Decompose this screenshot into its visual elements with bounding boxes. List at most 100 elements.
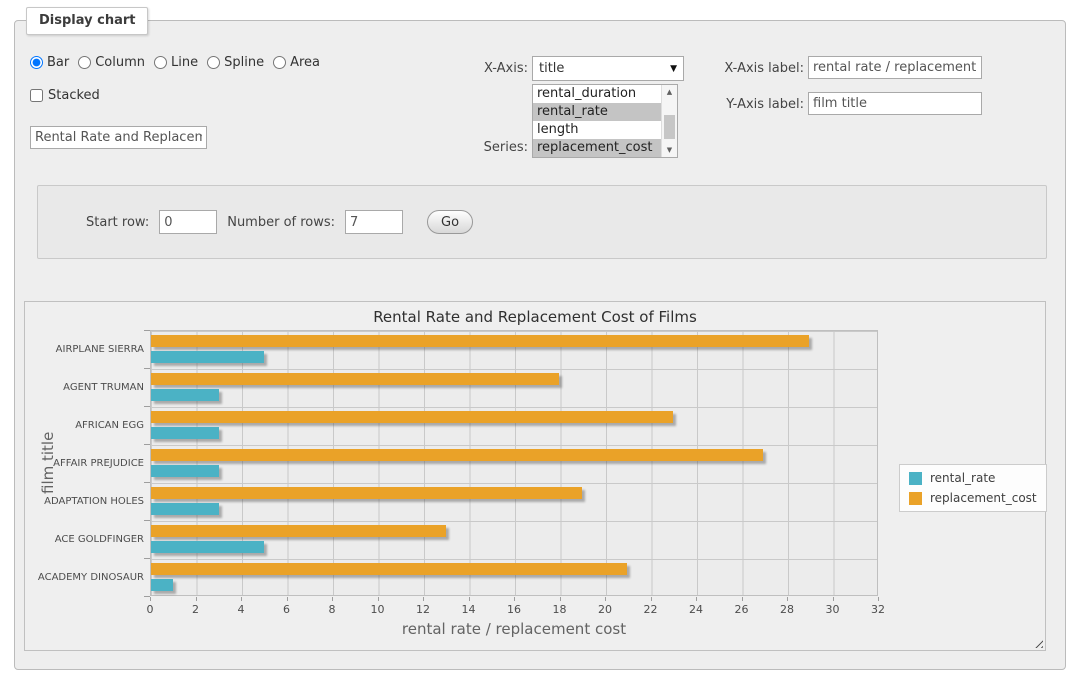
x-tick-mark: [878, 597, 879, 601]
x-tick-label: 6: [272, 603, 302, 616]
x-tick-mark: [696, 597, 697, 601]
scroll-down-icon[interactable]: ▼: [662, 143, 677, 157]
bar-rental_rate: [151, 579, 173, 591]
x-axis-selected-value: title: [539, 61, 666, 76]
resize-handle-icon[interactable]: [1032, 637, 1043, 648]
scrollbar-thumb[interactable]: [664, 115, 675, 139]
bar-replacement_cost: [151, 373, 559, 385]
chart-type-radio-label: Spline: [224, 55, 264, 70]
chart-type-radio-bar[interactable]: [30, 56, 43, 69]
chart-type-area: Area: [273, 55, 320, 70]
x-tick-label: 4: [226, 603, 256, 616]
x-tick-mark: [196, 597, 197, 601]
bar-replacement_cost: [151, 449, 763, 461]
x-tick-label: 16: [499, 603, 529, 616]
x-tick-mark: [241, 597, 242, 601]
x-tick-mark: [332, 597, 333, 601]
x-tick-label: 18: [545, 603, 575, 616]
bar-replacement_cost: [151, 563, 627, 575]
y-axis-label-input[interactable]: [808, 92, 982, 115]
x-tick-mark: [787, 597, 788, 601]
y-axis-label-label: Y-Axis label:: [714, 97, 804, 112]
x-tick-label: 8: [317, 603, 347, 616]
scroll-up-icon[interactable]: ▲: [662, 85, 677, 99]
x-tick-label: 12: [408, 603, 438, 616]
x-tick-mark: [287, 597, 288, 601]
y-tick-mark: [144, 596, 150, 597]
x-tick-label: 22: [636, 603, 666, 616]
bar-rental_rate: [151, 503, 219, 515]
chart-legend: rental_ratereplacement_cost: [899, 464, 1047, 512]
bar-replacement_cost: [151, 335, 809, 347]
y-tick-mark: [144, 406, 150, 407]
legend-swatch: [909, 492, 922, 505]
bar-rental_rate: [151, 427, 219, 439]
y-tick-mark: [144, 520, 150, 521]
chart-type-radio-column[interactable]: [78, 56, 91, 69]
panel-legend: Display chart: [26, 7, 148, 35]
x-tick-mark: [651, 597, 652, 601]
go-button[interactable]: Go: [427, 210, 473, 234]
x-tick-mark: [423, 597, 424, 601]
x-tick-label: 30: [818, 603, 848, 616]
start-row-input[interactable]: [159, 210, 217, 234]
y-tick-mark: [144, 444, 150, 445]
chart-type-radio-label: Area: [290, 55, 320, 70]
x-tick-mark: [378, 597, 379, 601]
x-axis-label-label: X-Axis label:: [714, 61, 804, 76]
plot-area: [150, 330, 878, 596]
x-axis-select[interactable]: title ▼: [532, 56, 684, 81]
x-tick-label: 24: [681, 603, 711, 616]
stacked-checkbox[interactable]: [30, 89, 43, 102]
x-tick-label: 32: [863, 603, 893, 616]
legend-item-rental_rate: rental_rate: [909, 471, 1037, 485]
series-option-replacement_cost[interactable]: replacement_cost: [533, 139, 677, 157]
bar-rental_rate: [151, 465, 219, 477]
x-tick-label: 10: [363, 603, 393, 616]
x-tick-mark: [833, 597, 834, 601]
num-rows-input[interactable]: [345, 210, 403, 234]
series-scrollbar[interactable]: ▲ ▼: [661, 85, 677, 157]
x-tick-mark: [742, 597, 743, 601]
rows-options-box: Start row: Number of rows: Go: [37, 185, 1047, 259]
y-tick-mark: [144, 368, 150, 369]
x-tick-mark: [605, 597, 606, 601]
series-option-rental_duration[interactable]: rental_duration: [533, 85, 677, 103]
x-tick-mark: [514, 597, 515, 601]
x-tick-label: 20: [590, 603, 620, 616]
x-axis-title: rental rate / replacement cost: [150, 620, 878, 638]
y-axis-title: film title: [39, 330, 57, 596]
series-listbox[interactable]: rental_durationrental_ratelengthreplacem…: [532, 84, 678, 158]
x-axis-label-input[interactable]: [808, 56, 982, 79]
chart-title: Rental Rate and Replacement Cost of Film…: [25, 308, 1045, 326]
chart-type-radio-label: Bar: [47, 55, 69, 70]
chart-type-line: Line: [154, 55, 198, 70]
x-tick-label: 2: [181, 603, 211, 616]
legend-label: rental_rate: [930, 471, 995, 485]
num-rows-label: Number of rows:: [227, 215, 335, 230]
chart-title-input[interactable]: [30, 126, 207, 149]
chart-type-radio-label: Line: [171, 55, 198, 70]
dropdown-arrow-icon: ▼: [670, 64, 677, 74]
y-tick-mark: [144, 330, 150, 331]
chart-type-column: Column: [78, 55, 145, 70]
x-tick-label: 26: [727, 603, 757, 616]
chart-type-radio-label: Column: [95, 55, 145, 70]
x-tick-label: 14: [454, 603, 484, 616]
chart-type-radio-spline[interactable]: [207, 56, 220, 69]
chart-type-radio-line[interactable]: [154, 56, 167, 69]
x-tick-mark: [560, 597, 561, 601]
x-tick-label: 28: [772, 603, 802, 616]
chart-type-radio-area[interactable]: [273, 56, 286, 69]
y-tick-mark: [144, 558, 150, 559]
series-option-rental_rate[interactable]: rental_rate: [533, 103, 677, 121]
x-tick-label: 0: [135, 603, 165, 616]
x-tick-mark: [150, 597, 151, 601]
series-option-length[interactable]: length: [533, 121, 677, 139]
start-row-label: Start row:: [86, 215, 149, 230]
chart-container: Rental Rate and Replacement Cost of Film…: [24, 301, 1046, 651]
bar-replacement_cost: [151, 525, 446, 537]
legend-swatch: [909, 472, 922, 485]
chart-type-spline: Spline: [207, 55, 264, 70]
bar-rental_rate: [151, 389, 219, 401]
